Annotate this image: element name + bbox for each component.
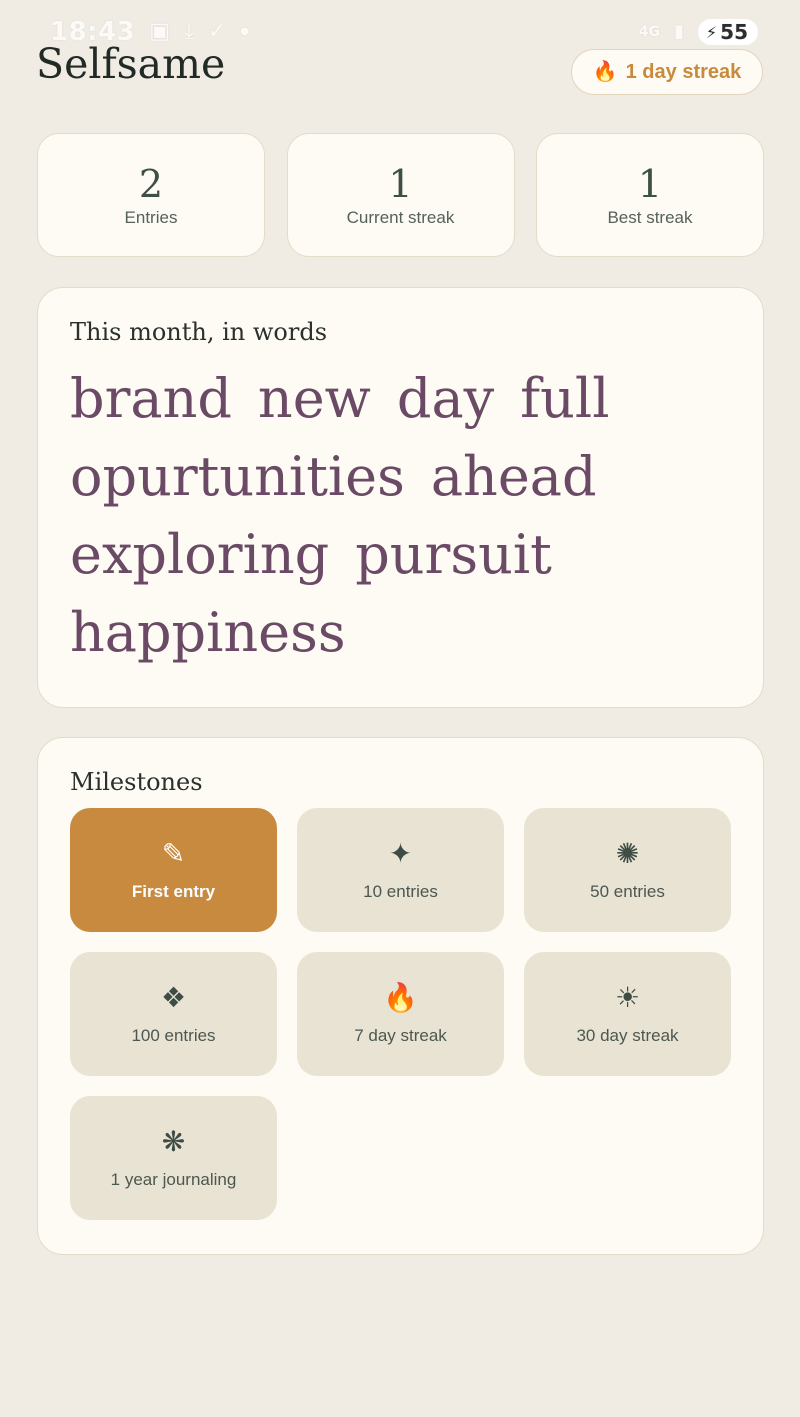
milestone-label: 50 entries	[590, 882, 665, 901]
battery-level: 55	[720, 20, 748, 44]
stat-label: Current streak	[346, 208, 455, 227]
word: new	[257, 367, 371, 430]
milestone-label: 7 day streak	[354, 1026, 447, 1045]
word: full	[520, 367, 610, 430]
milestone-label: First entry	[131, 882, 216, 901]
word: opurtunities	[70, 445, 405, 508]
milestone-10-entries[interactable]: ✦ 10 entries	[297, 808, 504, 932]
milestone-50-entries[interactable]: ✺ 50 entries	[524, 808, 731, 932]
sparkle-icon: ✦	[388, 837, 413, 870]
milestone-1-year-journaling[interactable]: ❋ 1 year journaling	[70, 1096, 277, 1220]
stat-card-current-streak: 1 Current streak	[286, 133, 515, 257]
streak-pill[interactable]: 🔥 1 day streak	[571, 49, 763, 95]
stat-card-best-streak: 1 Best streak	[536, 133, 764, 257]
milestone-7-day-streak[interactable]: 🔥 7 day streak	[297, 952, 504, 1076]
stat-card-entries: 2 Entries	[37, 133, 265, 257]
word: ahead	[430, 445, 597, 508]
sun-icon: ☀	[614, 981, 641, 1014]
milestones-title: Milestones	[70, 768, 203, 796]
milestone-label: 30 day streak	[576, 1026, 679, 1045]
word-cloud: brand new day full opurtunities ahead ex…	[70, 360, 670, 672]
starburst-icon: ✺	[615, 837, 640, 870]
app-title: Selfsame	[36, 40, 226, 88]
words-card-title: This month, in words	[70, 318, 328, 346]
word: day	[396, 367, 495, 430]
pencil-icon: ✎	[161, 837, 186, 870]
status-right: 4G ▮ ⚡ 55	[639, 19, 758, 45]
milestones-card: Milestones ✎ First entry ✦ 10 entries ✺ …	[37, 737, 764, 1255]
flame-icon: 🔥	[383, 981, 418, 1014]
milestone-label: 1 year journaling	[110, 1170, 237, 1189]
signal-icon: ▮	[674, 21, 684, 42]
milestone-100-entries[interactable]: ❖ 100 entries	[70, 952, 277, 1076]
stat-value: 2	[138, 162, 164, 206]
dot-icon: ●	[240, 26, 249, 37]
flame-icon: 🔥	[592, 61, 618, 83]
word: happiness	[70, 601, 346, 664]
milestones-grid: ✎ First entry ✦ 10 entries ✺ 50 entries …	[70, 808, 731, 1220]
charging-bolt-icon: ⚡	[705, 22, 718, 42]
word: pursuit	[355, 523, 552, 586]
milestone-label: 100 entries	[131, 1026, 216, 1045]
stat-label: Best streak	[607, 208, 693, 227]
streak-pill-label: 1 day streak	[625, 60, 742, 83]
words-card: This month, in words brand new day full …	[37, 287, 764, 708]
asterisk-icon: ❋	[161, 1125, 186, 1158]
stat-value: 1	[388, 162, 413, 206]
stats-row: 2 Entries 1 Current streak 1 Best streak	[37, 133, 764, 257]
battery-indicator: ⚡ 55	[697, 19, 758, 45]
diamonds-icon: ❖	[160, 981, 187, 1014]
network-label: 4G	[638, 24, 661, 40]
word: exploring	[70, 523, 330, 586]
milestone-30-day-streak[interactable]: ☀ 30 day streak	[524, 952, 731, 1076]
milestone-label: 10 entries	[363, 882, 438, 901]
stat-label: Entries	[124, 208, 178, 227]
stat-value: 1	[637, 162, 663, 206]
milestone-first-entry[interactable]: ✎ First entry	[70, 808, 277, 932]
word: brand	[70, 367, 232, 430]
